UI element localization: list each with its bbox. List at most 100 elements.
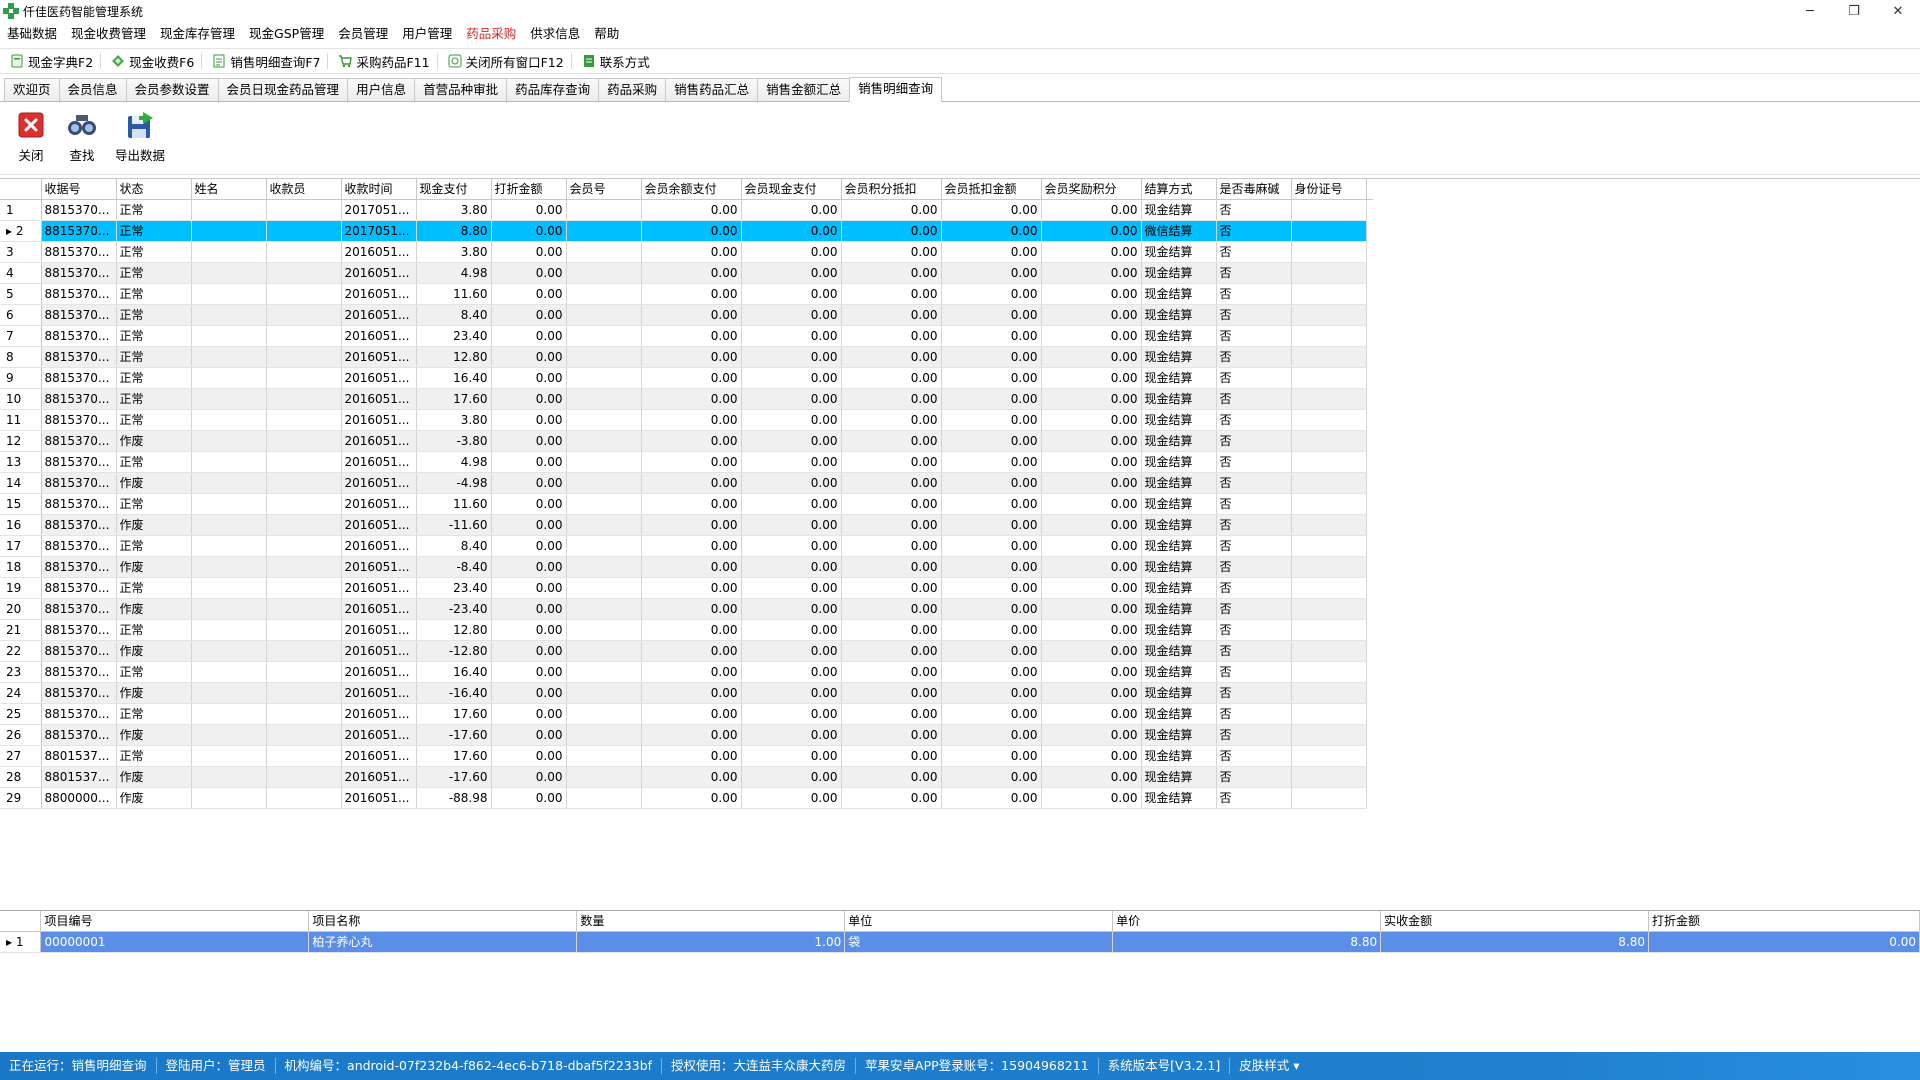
table-cell[interactable]: 0.00 [491,283,567,305]
table-cell[interactable]: 0.00 [741,535,842,557]
table-cell[interactable] [191,661,267,683]
table-cell[interactable]: 正常 [116,388,192,410]
table-cell[interactable]: 0.00 [741,220,842,242]
quick-button[interactable]: 现金收费F6 [101,50,201,72]
table-cell[interactable]: 否 [1216,745,1292,767]
table-cell[interactable] [191,745,267,767]
table-cell[interactable] [191,430,267,452]
table-cell[interactable]: 作废 [116,640,192,662]
table-cell[interactable]: 否 [1216,724,1292,746]
table-cell[interactable]: 0.00 [1041,409,1142,431]
table-cell[interactable] [1291,577,1367,599]
table-cell[interactable]: 0.00 [941,262,1042,284]
table-cell[interactable]: -17.60 [416,724,492,746]
table-cell[interactable]: 0.00 [1041,283,1142,305]
table-cell[interactable]: 微信结算 [1141,220,1217,242]
table-cell[interactable]: 否 [1216,619,1292,641]
table-cell[interactable]: 0.00 [841,598,942,620]
table-cell[interactable]: 0.00 [741,640,842,662]
table-cell[interactable]: 现金结算 [1141,577,1217,599]
table-cell[interactable] [266,745,342,767]
table-cell[interactable]: 0.00 [841,556,942,578]
column-header[interactable]: 结算方式 [1141,179,1217,200]
table-cell[interactable]: 作废 [116,724,192,746]
table-cell[interactable]: 0.00 [741,409,842,431]
menu-item[interactable]: 帮助 [587,22,626,46]
table-cell[interactable]: 2016051... [341,640,417,662]
table-cell[interactable]: 2016051... [341,409,417,431]
column-header[interactable]: 收款员 [266,179,342,200]
table-cell[interactable] [566,577,642,599]
table-cell[interactable]: 0.00 [1041,262,1142,284]
table-cell[interactable] [566,241,642,263]
table-cell[interactable]: 现金结算 [1141,598,1217,620]
table-cell[interactable]: 8801537... [41,745,117,767]
table-cell[interactable]: 0.00 [491,577,567,599]
table-cell[interactable]: 现金结算 [1141,514,1217,536]
table-cell[interactable]: 0.00 [941,409,1042,431]
table-cell[interactable]: 0.00 [741,451,842,473]
table-cell[interactable]: 0.00 [491,682,567,704]
table-cell[interactable]: 0.00 [941,241,1042,263]
table-cell[interactable]: 0.00 [1041,199,1142,221]
table-cell[interactable]: 0.00 [491,304,567,326]
table-cell[interactable] [1291,703,1367,725]
table-cell[interactable]: 0.00 [841,430,942,452]
table-cell[interactable]: 0.00 [1041,598,1142,620]
table-cell[interactable] [566,199,642,221]
table-cell[interactable]: 2016051... [341,493,417,515]
table-cell[interactable]: 2016051... [341,682,417,704]
table-cell[interactable]: 0.00 [941,304,1042,326]
table-cell[interactable]: 0.00 [741,724,842,746]
table-cell[interactable]: 0.00 [491,724,567,746]
table-cell[interactable] [1291,199,1367,221]
table-cell[interactable]: 0.00 [741,241,842,263]
table-cell[interactable]: 0.00 [941,220,1042,242]
table-cell[interactable]: 0.00 [941,346,1042,368]
table-cell[interactable]: 0.00 [941,472,1042,494]
table-row[interactable]: 24 8815370... 作废 2016051... -16.40 0.00 0.00 0.… [0,682,1373,704]
table-cell[interactable]: 现金结算 [1141,304,1217,326]
table-cell[interactable] [1291,451,1367,473]
table-cell[interactable]: 8815370... [41,262,117,284]
table-cell[interactable]: 0.00 [741,745,842,767]
table-cell[interactable]: 0.00 [641,283,742,305]
table-cell[interactable]: 0.00 [641,472,742,494]
table-cell[interactable] [266,283,342,305]
menu-item[interactable]: 药品采购 [459,22,523,46]
table-cell[interactable]: 0.00 [641,346,742,368]
table-cell[interactable]: 否 [1216,535,1292,557]
table-row[interactable]: 26 8815370... 作废 2016051... -17.60 0.00 0.00 0.… [0,724,1373,746]
table-cell[interactable]: 0.00 [741,556,842,578]
table-cell[interactable] [266,325,342,347]
table-cell[interactable]: 0.00 [941,283,1042,305]
table-cell[interactable] [1291,724,1367,746]
table-row[interactable]: 22 8815370... 作废 2016051... -12.80 0.00 0.00 0.… [0,640,1373,662]
table-cell[interactable] [566,430,642,452]
table-cell[interactable]: 0.00 [1041,514,1142,536]
table-row[interactable]: 18 8815370... 作废 2016051... -8.40 0.00 0.00 0.0… [0,556,1373,578]
table-cell[interactable] [266,598,342,620]
table-cell[interactable]: 0.00 [1041,451,1142,473]
table-cell[interactable]: 0.00 [1041,220,1142,242]
table-cell[interactable]: 否 [1216,703,1292,725]
table-cell[interactable]: -88.98 [416,787,492,809]
table-cell[interactable]: 8815370... [41,409,117,431]
column-header[interactable]: 是否毒麻碱 [1216,179,1292,200]
table-cell[interactable] [266,577,342,599]
table-cell[interactable]: 0.00 [491,262,567,284]
table-cell[interactable]: 0.00 [491,703,567,725]
table-cell[interactable]: 0.00 [941,388,1042,410]
table-cell[interactable]: -23.40 [416,598,492,620]
table-cell[interactable] [266,682,342,704]
table-row[interactable]: 5 8815370... 正常 2016051... 11.60 0.00 0.00 0.00… [0,283,1373,305]
table-cell[interactable]: 0.00 [1041,640,1142,662]
menu-item[interactable]: 现金库存管理 [153,22,242,46]
table-cell[interactable] [1291,472,1367,494]
table-cell[interactable]: 现金结算 [1141,703,1217,725]
table-cell[interactable]: 23.40 [416,577,492,599]
table-cell[interactable]: 0.00 [491,787,567,809]
table-cell[interactable] [566,682,642,704]
table-cell[interactable] [266,703,342,725]
table-cell[interactable]: 8815370... [41,514,117,536]
